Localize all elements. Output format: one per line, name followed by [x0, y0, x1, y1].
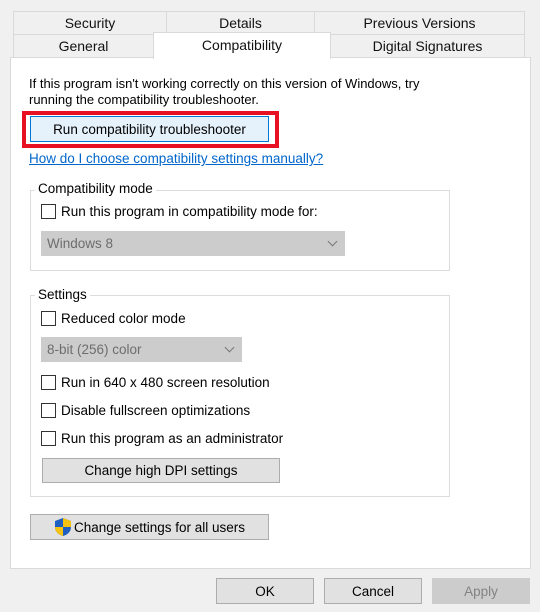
select-value: Windows 8 [47, 236, 114, 251]
resolution-checkbox[interactable]: Run in 640 x 480 screen resolution [41, 375, 270, 390]
checkbox-icon [41, 375, 56, 390]
reduced-color-checkbox[interactable]: Reduced color mode [41, 311, 186, 326]
checkbox-icon [41, 403, 56, 418]
admin-checkbox[interactable]: Run this program as an administrator [41, 431, 283, 446]
checkbox-label: Run this program as an administrator [61, 431, 284, 446]
tab-general[interactable]: General [13, 34, 154, 58]
tab-previous-versions[interactable]: Previous Versions [314, 11, 525, 35]
tab-compatibility[interactable]: Compatibility [153, 32, 331, 59]
intro-text-line1: If this program isn't working correctly … [29, 76, 420, 91]
apply-button[interactable]: Apply [432, 578, 530, 604]
color-mode-select[interactable]: 8-bit (256) color [41, 337, 242, 362]
checkbox-icon [41, 431, 56, 446]
checkbox-label: Reduced color mode [61, 311, 186, 326]
settings-label: Settings [35, 287, 90, 302]
checkbox-label: Disable fullscreen optimizations [61, 403, 251, 418]
checkbox-label: Run this program in compatibility mode f… [61, 204, 318, 219]
ok-button[interactable]: OK [216, 578, 314, 604]
intro-text-line2: running the compatibility troubleshooter… [29, 92, 259, 107]
fullscreen-checkbox[interactable]: Disable fullscreen optimizations [41, 403, 250, 418]
tab-security[interactable]: Security [13, 11, 167, 35]
checkbox-icon [41, 311, 56, 326]
compat-mode-checkbox[interactable]: Run this program in compatibility mode f… [41, 204, 318, 219]
uac-shield-icon [54, 518, 71, 536]
windows-version-select[interactable]: Windows 8 [41, 231, 345, 256]
help-link[interactable]: How do I choose compatibility settings m… [29, 151, 323, 166]
chevron-down-icon [327, 236, 338, 247]
button-label: Change settings for all users [73, 519, 246, 535]
cancel-button[interactable]: Cancel [324, 578, 422, 604]
checkbox-label: Run in 640 x 480 screen resolution [61, 375, 270, 390]
change-all-users-button[interactable]: Change settings for all users [30, 514, 269, 540]
checkbox-icon [41, 204, 56, 219]
compatibility-mode-label: Compatibility mode [35, 181, 156, 196]
tab-digital-signatures[interactable]: Digital Signatures [330, 34, 525, 58]
select-value: 8-bit (256) color [47, 342, 142, 357]
change-dpi-button[interactable]: Change high DPI settings [42, 458, 280, 483]
chevron-down-icon [224, 342, 235, 353]
compatibility-panel: If this program isn't working correctly … [10, 57, 531, 569]
run-troubleshooter-button[interactable]: Run compatibility troubleshooter [30, 116, 269, 142]
